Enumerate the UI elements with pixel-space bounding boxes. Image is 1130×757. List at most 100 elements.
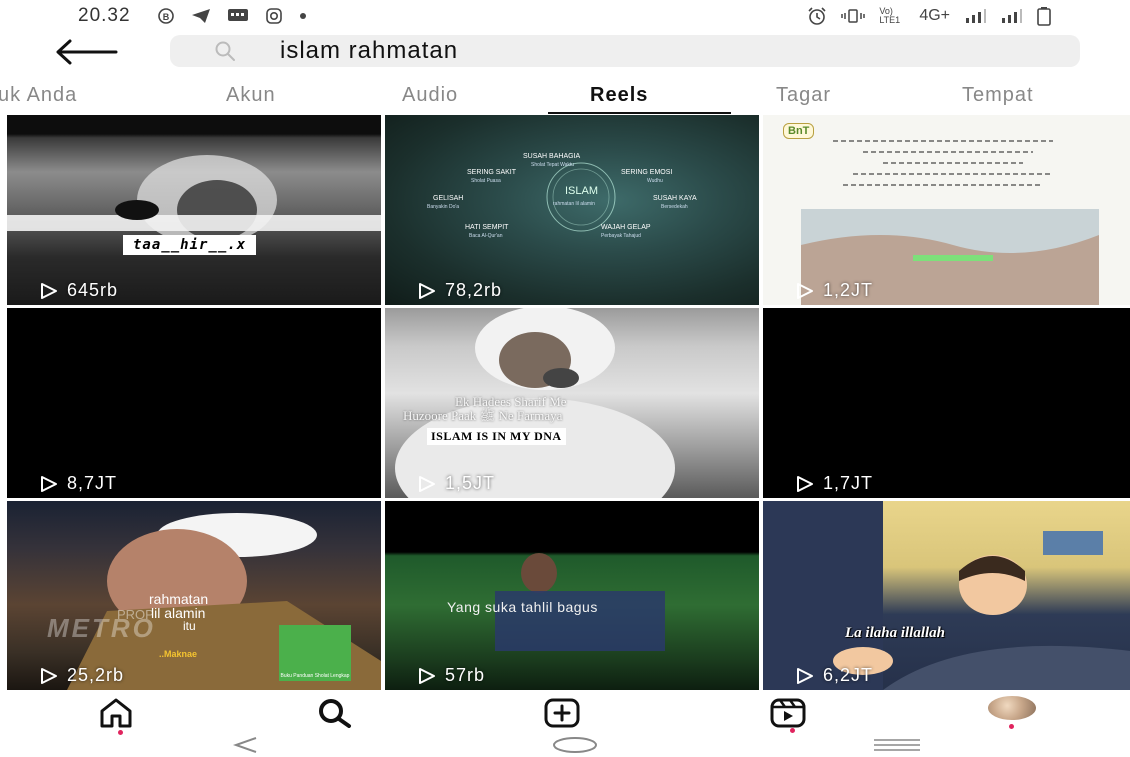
reel-view-count: 57rb <box>417 665 485 686</box>
search-icon <box>319 699 351 728</box>
reel-tile-9[interactable]: La ilaha illallah 6,2JT <box>763 501 1130 690</box>
preacher-silhouette <box>495 553 665 651</box>
system-home-button[interactable] <box>552 736 598 757</box>
diagram-sub-4: Banyakin Do'a <box>427 204 460 210</box>
bottom-navigation <box>0 692 1130 735</box>
reel-tile-5[interactable]: Ek Hadees Sharif Me Huzoore Paak ﷺ Ne Fa… <box>385 308 759 498</box>
reel-view-count: 8,7JT <box>39 473 117 494</box>
volte-label: Vo) LTE1 <box>879 6 901 25</box>
urdu-text-lines <box>801 140 1099 305</box>
svg-text:B: B <box>162 12 169 22</box>
diagram-label-4: GELISAH <box>433 195 464 202</box>
tab-reels[interactable]: Reels <box>590 84 648 107</box>
reel-tile-3[interactable]: BnT 1,2JT <box>763 115 1130 305</box>
nav-home-button[interactable] <box>94 696 138 730</box>
diagram-label-3: SERING EMOSI <box>621 169 673 176</box>
reels-notification-dot <box>790 728 795 733</box>
nav-create-button[interactable] <box>540 696 584 730</box>
status-time: 20.32 <box>78 5 131 26</box>
tab-untuk-anda[interactable]: uk Anda <box>0 84 77 107</box>
reel-caption: La ilaha illallah <box>845 625 946 641</box>
play-icon <box>797 667 813 684</box>
profile-avatar[interactable] <box>988 696 1036 720</box>
reel-view-count: 1,7JT <box>795 473 873 494</box>
diagram-subtitle: rahmatan lil alamin <box>553 201 595 207</box>
active-tab-indicator <box>548 112 731 114</box>
create-icon <box>544 698 580 728</box>
reel-tile-6[interactable]: 1,7JT <box>763 308 1130 498</box>
diagram-sub-6: Baca Al-Qur'an <box>469 233 503 239</box>
scholar-silhouette <box>395 308 675 498</box>
reel-view-count: 78,2rb <box>417 280 502 301</box>
back-arrow-icon <box>56 39 118 65</box>
alarm-icon <box>808 7 826 25</box>
diagram-label-7: WAJAH GELAP <box>601 224 651 231</box>
tab-tagar[interactable]: Tagar <box>776 84 831 107</box>
profile-notification-dot <box>1009 724 1014 729</box>
dna-banner: ISLAM IS IN MY DNA <box>427 428 566 445</box>
reel-tile-2[interactable]: ISLAM rahmatan lil alamin SUSAH BAHAGIA … <box>385 115 759 305</box>
play-icon <box>797 475 813 492</box>
view-count-text: 1,5JT <box>445 473 496 493</box>
view-count-text: 57rb <box>445 665 486 685</box>
search-field-icon-wrap <box>214 40 254 62</box>
play-icon <box>419 667 435 684</box>
home-icon <box>100 698 132 728</box>
reel-caption: Yang suka tahlil bagus <box>447 599 598 615</box>
reel-tile-8[interactable]: Yang suka tahlil bagus 57rb <box>385 501 759 690</box>
view-count-text: 1,7JT <box>823 473 874 493</box>
view-count-text: 6,2JT <box>823 665 874 685</box>
search-input[interactable] <box>280 37 980 65</box>
search-tabs: uk Anda Akun Audio Reels Tagar Tempat <box>0 80 1130 114</box>
play-icon <box>41 667 57 684</box>
reel-view-count: 1,5JT <box>417 473 495 494</box>
prop-text: PROP <box>117 607 154 622</box>
search-bar[interactable] <box>170 35 1080 67</box>
reel-view-count: 1,2JT <box>795 280 873 301</box>
nav-reels-button[interactable] <box>766 696 810 730</box>
reel-tile-4[interactable]: 8,7JT <box>7 308 381 498</box>
reels-grid: taa__hir__.x 645rb ISLAM rahmatan lil al… <box>0 115 1130 690</box>
tab-audio[interactable]: Audio <box>402 84 458 107</box>
reel-tile-7[interactable]: METRO PROP rahmatan lil alamin itu ..Mak… <box>7 501 381 690</box>
home-circle-icon <box>553 737 597 753</box>
chevron-left-icon <box>232 737 257 753</box>
network-label: 4G+ <box>919 7 950 24</box>
play-icon <box>419 475 435 492</box>
diagram-sub-3: Wudhu <box>647 178 663 184</box>
view-count-text: 1,2JT <box>823 280 874 300</box>
reel-tile-1[interactable]: taa__hir__.x 645rb <box>7 115 381 305</box>
status-bar: 20.32 B Vo) LTE1 4G+ <box>0 0 1130 32</box>
signal-icon-2 <box>1002 9 1022 23</box>
diagram-sub-5: Bersedekah <box>661 204 688 210</box>
brand-logo: ..Maknae <box>159 649 198 659</box>
play-icon <box>797 282 813 299</box>
message-icon <box>227 9 248 21</box>
person-silhouette <box>7 155 381 245</box>
system-recents-button[interactable] <box>872 736 922 757</box>
nav-search-button[interactable] <box>312 696 356 730</box>
diagram-label-5: SUSAH KAYA <box>653 195 697 202</box>
back-button[interactable] <box>52 36 120 68</box>
telegram-icon <box>191 9 210 23</box>
diagram-sub-2: Sholat Puasa <box>471 178 501 184</box>
status-notification-icons: B <box>157 7 307 25</box>
diagram-sub-7: Perbayak Tahajud <box>601 233 641 239</box>
view-count-text: 645rb <box>67 280 119 300</box>
reels-icon <box>770 698 806 728</box>
diagram-title: ISLAM <box>565 185 599 197</box>
menu-lines-icon <box>874 739 920 751</box>
hadees-line-2: Huzoore Paak ﷺ Ne Farmaya <box>403 408 563 423</box>
tab-tempat[interactable]: Tempat <box>962 84 1034 107</box>
system-back-button[interactable] <box>232 736 260 757</box>
magnifier-icon <box>215 41 235 61</box>
dot-icon <box>299 13 306 19</box>
diagram-label-1: SUSAH BAHAGIA <box>523 153 581 160</box>
search-header <box>0 34 1130 70</box>
reel-view-count: 6,2JT <box>795 665 873 686</box>
diagram-sub-1: Sholat Tepat Waktu <box>531 162 575 168</box>
play-icon <box>41 475 57 492</box>
view-count-text: 8,7JT <box>67 473 118 493</box>
reel-view-count: 25,2rb <box>39 665 124 686</box>
tab-akun[interactable]: Akun <box>226 84 276 107</box>
